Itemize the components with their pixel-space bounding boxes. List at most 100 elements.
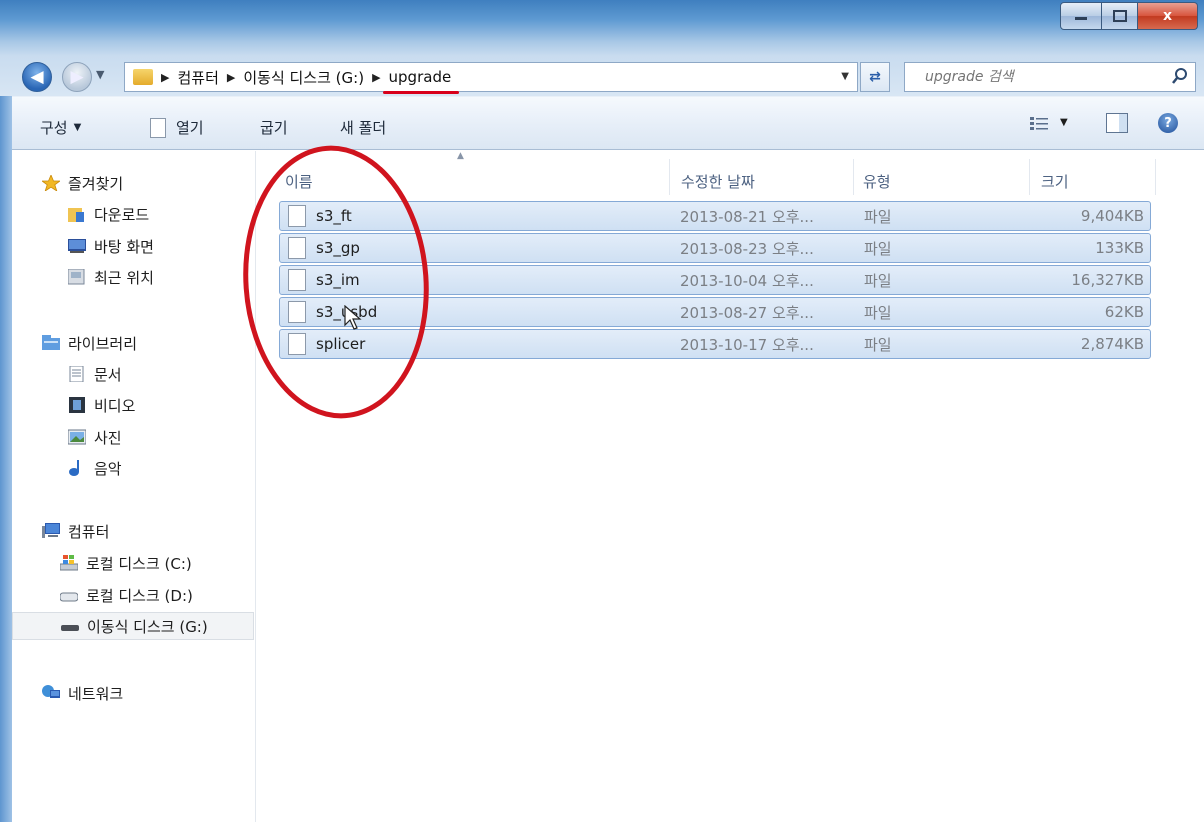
minimize-icon bbox=[1075, 17, 1087, 20]
column-divider[interactable] bbox=[1155, 159, 1156, 195]
folder-icon bbox=[133, 69, 153, 85]
breadcrumb-upgrade[interactable]: upgrade bbox=[382, 68, 459, 94]
back-button[interactable]: ◀ bbox=[22, 62, 52, 92]
file-icon bbox=[288, 301, 306, 323]
table-row[interactable]: s3_usbd 2013-08-27 오후... 파일 62KB bbox=[279, 297, 1151, 327]
column-divider[interactable] bbox=[1029, 159, 1030, 195]
file-date: 2013-08-27 오후... bbox=[680, 303, 814, 322]
file-name: s3_gp bbox=[316, 239, 360, 257]
nav-music-label: 음악 bbox=[94, 459, 122, 478]
column-divider[interactable] bbox=[669, 159, 670, 195]
chevron-down-icon: ▼ bbox=[73, 122, 82, 133]
nav-computer-label: 컴퓨터 bbox=[68, 522, 110, 541]
command-bar: 구성 ▼ 열기 굽기 새 폴더 ▼ ? bbox=[0, 96, 1204, 150]
title-bar: x bbox=[0, 0, 1204, 56]
nav-libraries[interactable]: 라이브러리 bbox=[42, 329, 284, 357]
nav-removable-disk-g-label: 이동식 디스크 (G:) bbox=[87, 617, 208, 636]
navigation-pane: 즐겨찾기 다운로드 바탕 화면 최근 위치 라이브러리 문서 비디오 사진 음악… bbox=[12, 151, 256, 822]
nav-removable-disk-g[interactable]: 이동식 디스크 (G:) bbox=[12, 612, 254, 640]
column-header-type[interactable]: 유형 bbox=[863, 171, 891, 192]
back-arrow-icon: ◀ bbox=[30, 67, 44, 87]
burn-button[interactable]: 굽기 bbox=[260, 117, 288, 138]
table-row[interactable]: splicer 2013-10-17 오후... 파일 2,874KB bbox=[279, 329, 1151, 359]
maximize-icon bbox=[1112, 10, 1127, 22]
column-header-name[interactable]: 이름 bbox=[285, 171, 313, 192]
file-type: 파일 bbox=[864, 335, 892, 354]
mouse-cursor-icon bbox=[344, 305, 362, 330]
chevron-right-icon[interactable]: ▶ bbox=[227, 71, 235, 84]
file-icon bbox=[288, 333, 306, 355]
window-frame-left bbox=[0, 96, 12, 822]
libraries-icon bbox=[42, 335, 60, 350]
file-size: 16,327KB bbox=[1071, 271, 1144, 289]
nav-favorites-label: 즐겨찾기 bbox=[68, 174, 124, 193]
computer-icon bbox=[42, 523, 60, 538]
downloads-folder-icon bbox=[68, 208, 84, 222]
minimize-button[interactable] bbox=[1060, 2, 1102, 30]
open-label: 열기 bbox=[176, 119, 204, 137]
recent-pages-dropdown[interactable]: ▼ bbox=[96, 68, 104, 81]
file-date: 2013-08-23 오후... bbox=[680, 239, 814, 258]
document-icon bbox=[150, 117, 166, 138]
column-header-date[interactable]: 수정한 날짜 bbox=[681, 171, 755, 192]
file-type: 파일 bbox=[864, 303, 892, 322]
close-icon: x bbox=[1162, 8, 1173, 24]
search-icon[interactable] bbox=[1171, 67, 1189, 85]
file-size: 62KB bbox=[1104, 303, 1144, 321]
close-button[interactable]: x bbox=[1138, 2, 1198, 30]
music-icon bbox=[69, 460, 79, 476]
nav-network[interactable]: 네트워크 bbox=[42, 679, 284, 707]
videos-icon bbox=[69, 397, 85, 413]
file-name: s3_ft bbox=[316, 207, 352, 225]
open-button[interactable]: 열기 bbox=[150, 117, 204, 138]
column-header-size[interactable]: 크기 bbox=[1041, 171, 1069, 192]
breadcrumb-computer[interactable]: 컴퓨터 bbox=[177, 67, 218, 88]
file-type: 파일 bbox=[864, 239, 892, 258]
nav-libraries-label: 라이브러리 bbox=[68, 334, 138, 353]
new-folder-button[interactable]: 새 폴더 bbox=[340, 117, 386, 138]
address-bar[interactable]: ▶ 컴퓨터 ▶ 이동식 디스크 (G:) ▶ upgrade ▼ bbox=[124, 62, 858, 94]
new-folder-label: 새 폴더 bbox=[340, 119, 387, 137]
file-icon bbox=[288, 237, 306, 259]
table-row[interactable]: s3_gp 2013-08-23 오후... 파일 133KB bbox=[279, 233, 1151, 263]
search-input[interactable] bbox=[925, 69, 1165, 85]
search-box[interactable] bbox=[904, 62, 1196, 92]
breadcrumb-removable-disk[interactable]: 이동식 디스크 (G:) bbox=[243, 67, 364, 88]
preview-pane-icon[interactable] bbox=[1106, 113, 1128, 133]
file-name: splicer bbox=[316, 335, 366, 353]
nav-computer[interactable]: 컴퓨터 bbox=[42, 517, 284, 545]
help-icon[interactable]: ? bbox=[1158, 113, 1178, 133]
file-size: 9,404KB bbox=[1080, 207, 1144, 225]
chevron-right-icon[interactable]: ▶ bbox=[161, 71, 169, 84]
organize-button[interactable]: 구성 ▼ bbox=[40, 117, 81, 138]
column-divider[interactable] bbox=[853, 159, 854, 195]
refresh-icon: ⇄ bbox=[869, 69, 881, 85]
refresh-button[interactable]: ⇄ bbox=[860, 62, 890, 92]
file-type: 파일 bbox=[864, 207, 892, 226]
file-date: 2013-08-21 오후... bbox=[680, 207, 814, 226]
nav-pictures-label: 사진 bbox=[94, 428, 122, 447]
windows-drive-icon bbox=[60, 555, 78, 571]
hard-drive-icon bbox=[60, 592, 78, 602]
file-icon bbox=[288, 269, 306, 291]
maximize-button[interactable] bbox=[1102, 2, 1138, 30]
forward-arrow-icon: ▶ bbox=[70, 67, 84, 87]
table-row[interactable]: s3_im 2013-10-04 오후... 파일 16,327KB bbox=[279, 265, 1151, 295]
documents-icon bbox=[69, 366, 84, 382]
burn-label: 굽기 bbox=[260, 119, 288, 137]
file-type: 파일 bbox=[864, 271, 892, 290]
recent-places-icon bbox=[68, 269, 85, 285]
address-dropdown-icon[interactable]: ▼ bbox=[841, 71, 849, 82]
file-date: 2013-10-04 오후... bbox=[680, 271, 814, 290]
nav-local-disk-c-label: 로컬 디스크 (C:) bbox=[86, 554, 192, 573]
nav-downloads-label: 다운로드 bbox=[94, 205, 150, 224]
table-row[interactable]: s3_ft 2013-08-21 오후... 파일 9,404KB bbox=[279, 201, 1151, 231]
forward-button[interactable]: ▶ bbox=[62, 62, 92, 92]
network-icon bbox=[42, 685, 60, 698]
organize-label: 구성 bbox=[40, 119, 68, 137]
chevron-right-icon[interactable]: ▶ bbox=[372, 71, 380, 84]
view-dropdown-icon[interactable]: ▼ bbox=[1060, 117, 1068, 128]
file-date: 2013-10-17 오후... bbox=[680, 335, 814, 354]
view-options-icon[interactable] bbox=[1030, 117, 1048, 131]
nav-favorites[interactable]: 즐겨찾기 bbox=[42, 169, 284, 197]
